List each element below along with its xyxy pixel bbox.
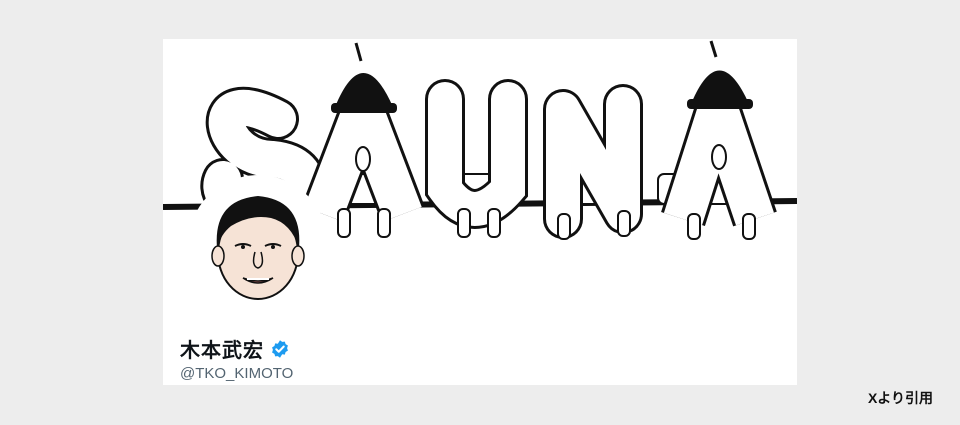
profile-card: 木本武宏 @TKO_KIMOTO	[163, 39, 797, 385]
name-row: 木本武宏	[180, 334, 290, 363]
source-credit: Xより引用	[867, 390, 933, 406]
profile-avatar[interactable]	[188, 175, 328, 315]
verified-badge-icon	[272, 339, 288, 358]
display-name[interactable]: 木本武宏	[180, 334, 264, 363]
profile-handle[interactable]: @TKO_KIMOTO	[180, 365, 293, 382]
avatar-illustration	[191, 178, 325, 312]
